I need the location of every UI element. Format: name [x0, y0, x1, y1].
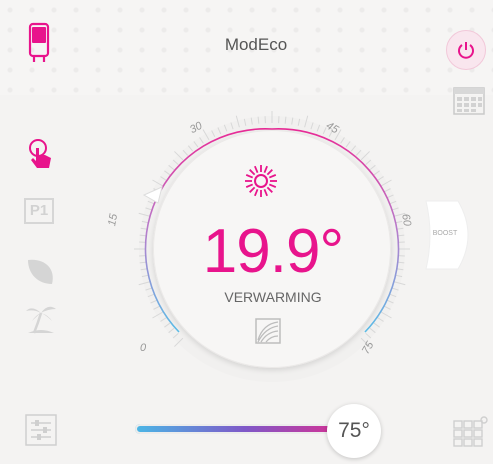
sun-ray — [249, 186, 256, 193]
calendar-icon[interactable] — [452, 86, 486, 116]
dial-tick — [389, 293, 397, 298]
water-heater-icon[interactable] — [22, 22, 56, 66]
dial-tick — [257, 116, 260, 124]
sun-ray — [245, 174, 254, 179]
boost-label: BOOST — [432, 230, 458, 237]
sun-ray — [268, 174, 277, 179]
dial-tick — [160, 176, 167, 181]
sun-ray — [266, 186, 273, 193]
dial-tick — [345, 141, 351, 148]
dial-tick — [152, 311, 164, 319]
dial-tick — [172, 332, 179, 339]
dial-tick — [160, 317, 167, 322]
dial-tick — [168, 164, 175, 171]
dial-tick — [138, 281, 151, 286]
dial-tick — [304, 115, 309, 128]
dial-tick — [384, 305, 391, 310]
dial-tick — [386, 194, 394, 199]
dial-tick — [187, 145, 194, 152]
power-icon — [458, 42, 474, 59]
dial-tick — [150, 299, 158, 304]
dial-tick — [211, 130, 216, 137]
dial-tick — [153, 305, 160, 310]
dial-tick — [297, 118, 301, 126]
dial-tick — [147, 293, 155, 298]
dial-tick — [168, 327, 175, 334]
scale-label-60: 60 — [399, 212, 414, 228]
dial-tick — [174, 337, 184, 347]
dial-tick — [193, 141, 199, 148]
dial-tick — [350, 145, 357, 152]
dial-tick — [291, 117, 294, 125]
mode-label: VERWARMING — [224, 289, 322, 305]
scale-label-15: 15 — [106, 212, 121, 228]
dial-tick — [174, 151, 184, 161]
sun-ray — [263, 165, 268, 174]
heat-wave-icon[interactable] — [255, 318, 281, 344]
eco-leaf-icon[interactable] — [24, 254, 58, 288]
sun-ray — [268, 183, 277, 188]
dial-tick — [250, 117, 253, 125]
dial-tick — [243, 118, 247, 126]
dial-tick — [377, 176, 384, 181]
sun-ray — [254, 188, 259, 197]
dial-tick — [377, 317, 384, 322]
dial-tick — [373, 322, 380, 328]
sun-ray — [254, 165, 259, 174]
dial-tick — [310, 122, 314, 130]
sun-ray — [266, 169, 273, 176]
dial-tick — [316, 124, 321, 132]
dial-tick — [235, 115, 240, 128]
dial-tick — [360, 151, 370, 161]
scale-label-0: 0 — [140, 342, 147, 354]
dial-tick — [369, 327, 376, 334]
dial-tick — [365, 332, 372, 339]
dial-tick — [391, 287, 399, 291]
dial-tick — [138, 212, 151, 217]
setpoint-value: 75° — [338, 419, 370, 442]
dial-tick — [380, 179, 392, 187]
dial-tick — [145, 287, 153, 291]
sun-ray — [263, 188, 268, 197]
grid-menu-icon[interactable] — [452, 415, 488, 449]
power-button[interactable] — [446, 30, 486, 70]
p1-program-icon[interactable]: P1 — [24, 198, 54, 224]
current-temperature: 19.9° — [202, 217, 344, 286]
dial-tick — [199, 137, 204, 144]
dial-marker — [142, 186, 163, 204]
sun-heating-icon — [245, 165, 277, 197]
settings-sliders-icon[interactable] — [24, 413, 58, 447]
dial-tick — [182, 149, 189, 156]
dial-tick — [172, 159, 179, 166]
dial-tick — [373, 170, 380, 176]
dial-tick — [202, 129, 210, 141]
dial-tick — [340, 137, 345, 144]
dial-tick — [384, 188, 391, 193]
dial-tick — [164, 170, 171, 176]
sun-ray — [245, 183, 254, 188]
dial-tick — [393, 281, 406, 286]
dial-tick — [217, 127, 222, 135]
dial-tick — [389, 200, 397, 205]
dial-tick — [369, 164, 376, 171]
sun-ray — [249, 169, 256, 176]
dial-tick — [380, 311, 392, 319]
holiday-palm-icon[interactable] — [24, 301, 58, 335]
manual-touch-icon[interactable] — [24, 138, 58, 172]
page-title: ModEco — [224, 35, 288, 54]
setpoint-slider-handle[interactable]: 75° — [327, 404, 381, 458]
dial-tick — [284, 116, 287, 124]
dial-tick — [223, 124, 228, 132]
setpoint-slider-track[interactable] — [135, 424, 355, 434]
dial-tick — [164, 322, 171, 328]
dial-tick — [355, 149, 362, 156]
dial-tick — [230, 122, 234, 130]
dial-tick — [386, 299, 394, 304]
dial-tick — [365, 159, 372, 166]
